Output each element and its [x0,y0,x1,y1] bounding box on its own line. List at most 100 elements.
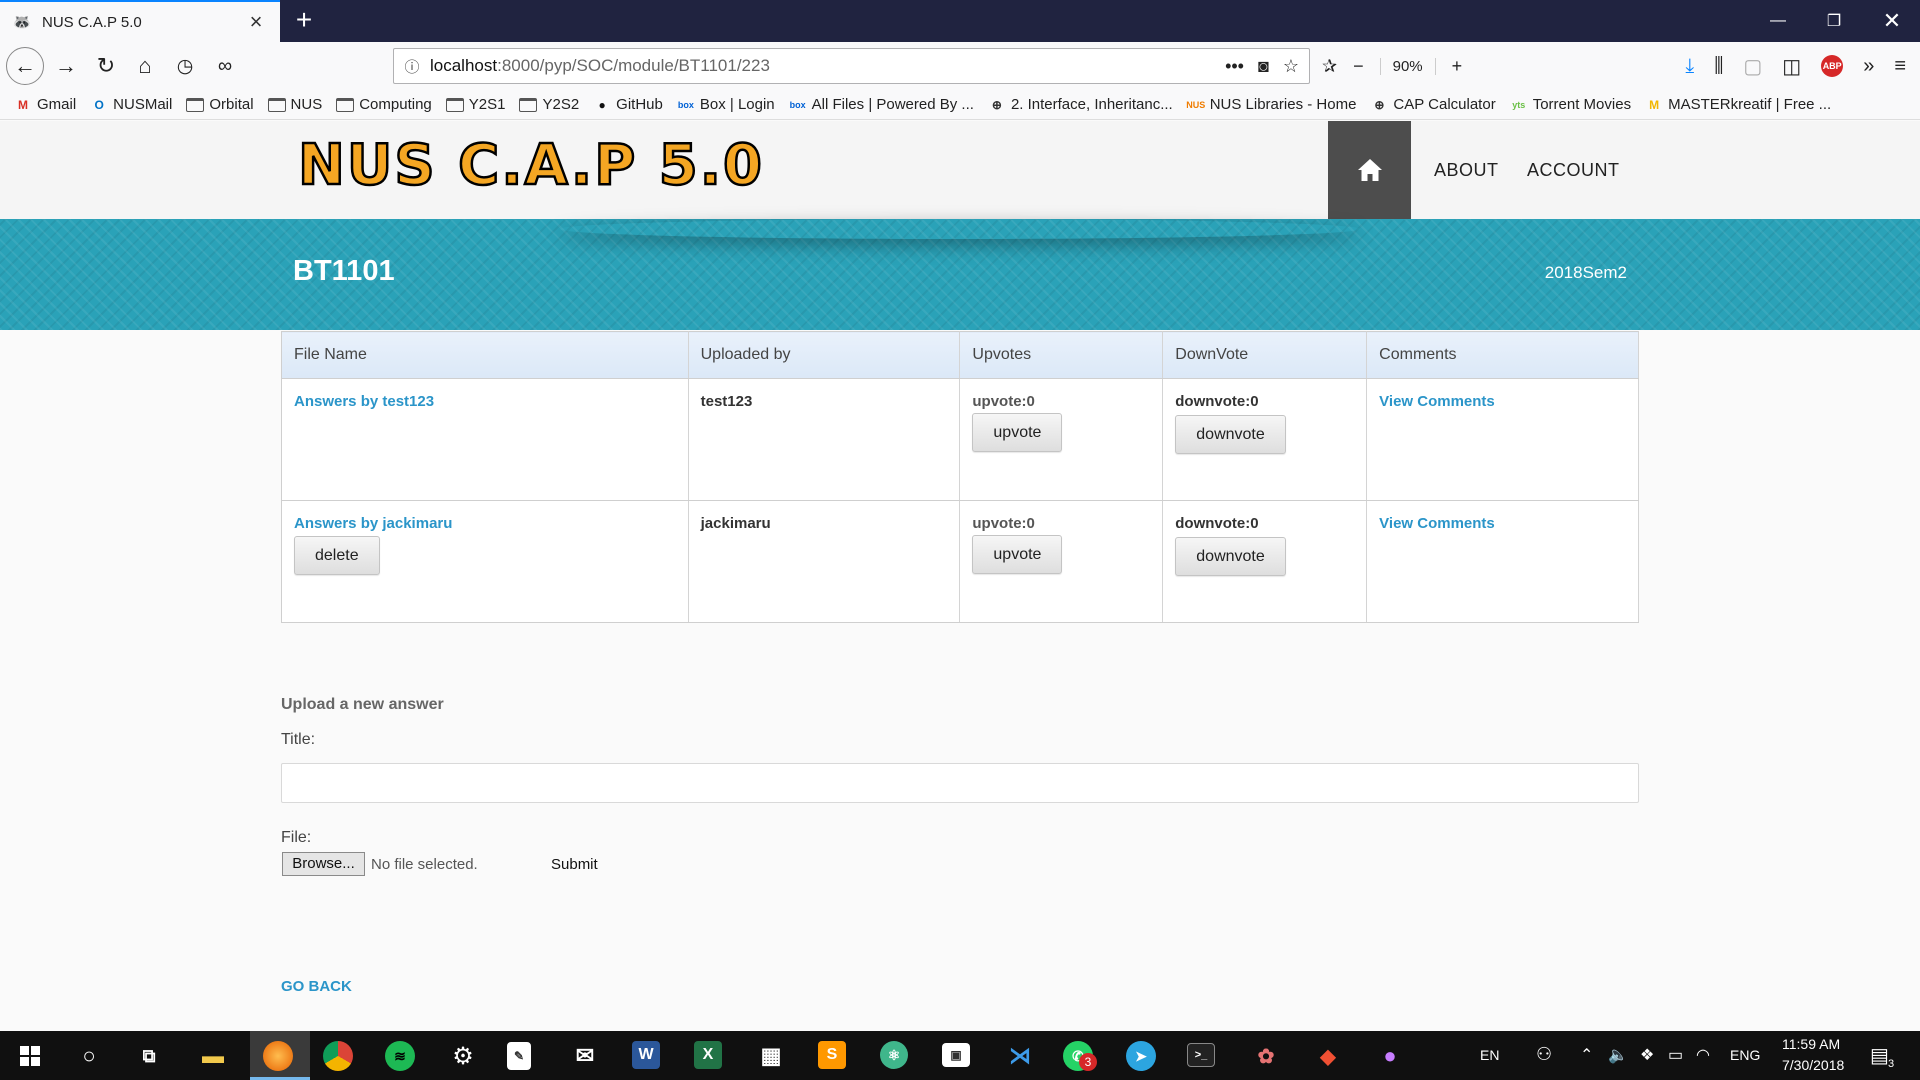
search-icon[interactable]: ○ [72,1039,106,1073]
downvote-button[interactable]: downvote [1175,537,1286,576]
back-icon[interactable]: ← [6,47,44,85]
file-link[interactable]: Answers by jackimaru [294,515,452,532]
bookmark-item[interactable]: Orbital [186,96,254,113]
volume-icon[interactable]: 🔈 [1608,1045,1628,1065]
bookmark-item[interactable]: yts Torrent Movies [1510,96,1631,113]
bookmark-item[interactable]: ● GitHub [593,96,663,113]
submit-button[interactable]: Submit [551,856,598,873]
yts-icon: yts [1512,99,1526,110]
windows-start-icon[interactable] [13,1039,47,1073]
go-back-link[interactable]: GO BACK [281,978,352,995]
file-explorer-icon[interactable]: ▬ [196,1039,230,1073]
people-icon[interactable]: ⚇ [1536,1044,1552,1065]
browser-tab[interactable]: 🦝 NUS C.A.P 5.0 × [0,0,280,42]
close-tab-icon[interactable]: × [244,11,268,33]
library-icon[interactable]: ⫼ [1714,55,1723,78]
wifi-icon[interactable]: ◠ [1696,1045,1710,1065]
bookmarks-toolbar-icon[interactable]: ✰ [1322,56,1337,77]
remote-desktop-icon[interactable]: ▣ [942,1043,970,1067]
bookmark-item[interactable]: O NUSMail [90,96,173,113]
forward-icon[interactable]: → [48,48,84,84]
zoom-level[interactable]: 90% [1379,57,1436,75]
bookmark-item[interactable]: NUS NUS Libraries - Home [1186,96,1356,113]
browse-file-button[interactable]: Browse... [282,852,365,876]
sticky-notes-icon[interactable]: ✎ [507,1042,531,1070]
title-input[interactable] [281,763,1639,803]
column-header-upvotes: Upvotes [959,331,1164,379]
bookmark-star-icon[interactable]: ☆ [1283,56,1299,77]
sidebar-icon[interactable]: ◫ [1782,54,1801,79]
account-link[interactable]: ACCOUNT [1527,160,1620,181]
view-comments-link[interactable]: View Comments [1379,393,1495,410]
excel-icon[interactable]: X [694,1041,722,1069]
task-view-icon[interactable]: ⧉ [132,1039,166,1073]
downvote-button[interactable]: downvote [1175,415,1286,454]
url-text[interactable]: localhost:8000/pyp/SOC/module/BT1101/223 [430,56,1225,76]
firefox-icon[interactable] [263,1041,293,1071]
bookmark-label: 2. Interface, Inheritanc... [1010,96,1173,113]
page-actions-icon[interactable]: ••• [1225,56,1244,77]
bookmark-item[interactable]: box Box | Login [677,96,775,113]
home-nav-button[interactable] [1328,121,1411,219]
home-icon[interactable]: ⌂ [127,48,163,84]
hamburger-menu-icon[interactable]: ≡ [1894,55,1906,78]
sublime-text-icon[interactable]: S [818,1041,846,1069]
maps-pin-icon[interactable]: ● [1373,1039,1407,1073]
private-mask-icon[interactable]: ∞ [207,48,243,84]
restore-window-icon[interactable]: ❐ [1806,0,1862,42]
site-logo[interactable]: NUS C.A.P 5.0 [297,132,764,200]
zoom-out-icon[interactable]: − [1353,56,1364,77]
terminal-icon[interactable]: >_ [1187,1043,1215,1067]
vscode-icon[interactable]: ⋊ [1003,1039,1037,1073]
mail-icon[interactable]: ✉ [568,1039,602,1073]
bookmark-item[interactable]: NUS [267,96,322,113]
overflow-chevron-icon[interactable]: » [1863,55,1874,78]
paint-icon[interactable]: ✿ [1249,1039,1283,1073]
new-tab-icon[interactable]: + [288,5,320,37]
action-center-icon[interactable]: ▤ [1870,1043,1889,1068]
ime-indicator[interactable]: ENG [1730,1047,1760,1063]
tray-chevron-icon[interactable]: ⌃ [1580,1045,1593,1065]
bookmark-item[interactable]: ⊕ CAP Calculator [1370,96,1495,113]
bookmark-item[interactable]: box All Files | Powered By ... [789,96,974,113]
dropbox-icon[interactable]: ❖ [1640,1045,1654,1065]
pocket-icon[interactable]: ◙ [1258,56,1269,77]
calculator-icon[interactable]: ▦ [754,1039,788,1073]
upload-heading: Upload a new answer [281,696,444,713]
about-link[interactable]: ABOUT [1434,160,1499,181]
clock-time[interactable]: 11:59 AM [1782,1036,1840,1052]
git-icon[interactable]: ◆ [1311,1039,1345,1073]
bookmark-item[interactable]: ⊕ 2. Interface, Inheritanc... [988,96,1173,113]
bookmark-item[interactable]: Computing [336,96,432,113]
bookmark-item[interactable]: M Gmail [14,96,76,113]
chrome-icon[interactable] [323,1041,353,1071]
upvote-button[interactable]: upvote [972,535,1063,574]
delete-button[interactable]: delete [294,536,380,575]
address-bar[interactable]: ⓘ localhost:8000/pyp/SOC/module/BT1101/2… [393,48,1310,84]
zoom-in-icon[interactable]: + [1452,56,1463,77]
close-window-icon[interactable]: ✕ [1864,0,1920,42]
atom-icon[interactable]: ⚛ [880,1041,908,1069]
screenshot-icon[interactable]: ▢ [1743,54,1762,79]
adblock-plus-icon[interactable]: ABP [1821,55,1844,77]
clock-date[interactable]: 7/30/2018 [1782,1057,1844,1073]
battery-icon[interactable]: ▭ [1668,1045,1683,1065]
bookmark-item[interactable]: Y2S1 [445,96,505,113]
bookmark-item[interactable]: Y2S2 [519,96,579,113]
folder-icon [186,97,205,112]
telegram-icon[interactable]: ➤ [1126,1041,1156,1071]
file-link[interactable]: Answers by test123 [294,393,434,410]
minimize-window-icon[interactable]: — [1750,0,1806,42]
downloads-icon[interactable]: ⤓ [1685,55,1694,78]
upvote-button[interactable]: upvote [972,413,1063,452]
reload-icon[interactable]: ↻ [88,48,124,84]
spotify-icon[interactable]: ≋ [385,1041,415,1071]
uploader-name: jackimaru [700,515,771,532]
history-icon[interactable]: ◷ [167,48,203,84]
bookmark-item[interactable]: M MASTERkreatif | Free ... [1645,96,1831,113]
view-comments-link[interactable]: View Comments [1379,515,1495,532]
input-language[interactable]: EN [1480,1047,1499,1063]
word-icon[interactable]: W [632,1041,660,1069]
settings-gear-icon[interactable]: ⚙ [446,1039,480,1073]
site-info-icon[interactable]: ⓘ [394,56,430,77]
